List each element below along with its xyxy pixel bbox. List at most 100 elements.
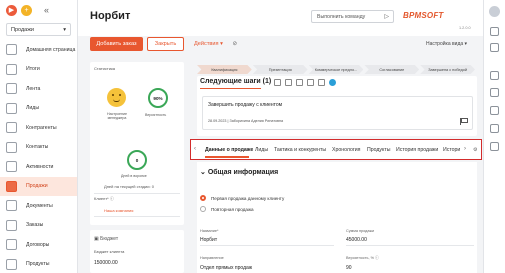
stage-bar: Квалификация Презентация Коммерческое пр… xyxy=(197,65,476,74)
brand-logo: BPMSOFT xyxy=(403,11,444,20)
stage-item[interactable]: Завершена с победой xyxy=(420,65,475,74)
direction-field[interactable]: Отдел прямых продаж xyxy=(200,265,252,271)
sidebar-item-leads[interactable]: Лиды xyxy=(0,99,77,119)
task-item[interactable]: Завершить продажу с клиентом 28.09.2023 … xyxy=(202,96,473,130)
budget-card: ▣ Бюджет Бюджет клиента 150000.00 xyxy=(90,230,184,273)
info-icon: ⓘ xyxy=(375,256,379,260)
run-icon[interactable]: ▷ xyxy=(384,13,389,20)
divider xyxy=(346,245,474,246)
probability-field[interactable]: 90 xyxy=(346,265,352,271)
sidebar-top: ▶ + « xyxy=(0,0,77,20)
sidebar-item-home[interactable]: Домашняя страница xyxy=(0,40,77,60)
sidebar-item-feed[interactable]: Лента xyxy=(0,79,77,99)
sidebar-item-label: Продукты xyxy=(26,261,50,268)
mail-icon[interactable] xyxy=(490,71,499,80)
page-title: Норбит xyxy=(90,10,131,22)
flag-icon[interactable] xyxy=(460,118,468,125)
sidebar-item-activities[interactable]: Активности xyxy=(0,157,77,177)
radio-repeat-sale-label: Повторная продажа xyxy=(211,207,254,212)
left-sidebar: ▶ + « Продажи ▾ Домашняя страница Итоги … xyxy=(0,0,78,273)
help-icon[interactable] xyxy=(490,43,499,52)
leads-icon xyxy=(6,102,17,114)
task-icon[interactable] xyxy=(296,79,303,86)
chevron-down-icon: ⌄ xyxy=(200,169,206,176)
budget-label: Бюджет клиента xyxy=(94,249,125,254)
task-meta: 28.09.2023 | Заборихина Аделия Ринатовна xyxy=(208,119,284,123)
dashboard-icon xyxy=(6,63,17,75)
divider xyxy=(94,216,180,217)
add-icon[interactable]: + xyxy=(21,4,32,16)
phone-icon[interactable] xyxy=(274,79,281,86)
sidebar-item-documents[interactable]: Документы xyxy=(0,196,77,216)
avatar[interactable] xyxy=(489,6,500,17)
comment-icon[interactable] xyxy=(318,79,325,86)
accounts-icon xyxy=(6,122,17,134)
chevron-down-icon: ▾ xyxy=(464,41,468,47)
radio-first-sale-label: Первая продажа данному клиенту xyxy=(211,196,285,201)
probability-ring: 90% xyxy=(148,88,168,108)
stage-item[interactable]: Квалификация xyxy=(197,65,252,74)
sidebar-item-label: Контакты xyxy=(26,144,49,151)
tab-history[interactable]: Истори xyxy=(443,147,460,153)
days-ring: 0 xyxy=(127,150,147,170)
task-title[interactable]: Завершить продажу с клиентом xyxy=(208,102,282,108)
view-settings-menu[interactable]: Настройка вида ▾ xyxy=(426,41,467,47)
stage-item[interactable]: Презентация xyxy=(252,65,308,74)
chevron-left-icon[interactable]: ‹ xyxy=(194,146,196,152)
sidebar-item-orders[interactable]: Заказы xyxy=(0,216,77,236)
sidebar-item-label: Контрагенты xyxy=(26,124,57,131)
sidebar-item-contracts[interactable]: Договоры xyxy=(0,235,77,255)
actions-menu[interactable]: Действия ▾ ⊘ xyxy=(194,41,237,47)
email-icon[interactable] xyxy=(285,79,292,86)
settings-icon[interactable] xyxy=(490,27,499,36)
collapse-icon[interactable]: « xyxy=(44,5,49,15)
sidebar-item-dashboards[interactable]: Итоги xyxy=(0,60,77,80)
stage-item[interactable]: Согласование xyxy=(364,65,420,74)
workspace-select[interactable]: Продажи ▾ xyxy=(6,23,71,36)
view-settings-label: Настройка вида xyxy=(426,41,464,47)
sidebar-item-sales[interactable]: Продажи xyxy=(0,176,77,196)
tab-leads[interactable]: Лиды xyxy=(255,147,268,153)
wallet-icon: ▣ xyxy=(94,236,99,242)
amount-field[interactable]: 45000.00 xyxy=(346,237,367,243)
home-icon xyxy=(6,44,17,56)
sidebar-item-products[interactable]: Продукты xyxy=(0,255,77,273)
command-input[interactable]: Выполнить команду ▷ xyxy=(311,10,394,23)
bell-icon[interactable] xyxy=(490,124,499,133)
add-order-button[interactable]: Добавить заказ xyxy=(90,37,143,51)
chevron-down-icon: ▾ xyxy=(220,41,223,47)
next-steps-underline xyxy=(200,88,261,89)
general-info-header[interactable]: ⌄ Общая информация xyxy=(200,168,278,176)
chevron-right-icon[interactable]: › xyxy=(464,146,466,152)
telegram-icon[interactable] xyxy=(329,79,336,86)
tab-tactics[interactable]: Тактика и конкуренты xyxy=(274,147,326,153)
tab-products[interactable]: Продукты xyxy=(367,147,390,153)
next-steps-title: Следующие шаги (1) xyxy=(200,78,272,85)
flag-icon[interactable] xyxy=(307,79,314,86)
tab-timeline[interactable]: Хронология xyxy=(332,147,360,153)
activities-icon xyxy=(6,161,17,173)
budget-value[interactable]: 150000.00 xyxy=(94,260,118,266)
checklist-icon[interactable] xyxy=(490,142,499,151)
settings-icon[interactable]: ⚙ xyxy=(473,147,477,153)
client-label-text: Клиент* xyxy=(94,196,109,201)
chat-icon[interactable] xyxy=(490,88,499,97)
name-field[interactable]: Норбит xyxy=(200,237,217,243)
days-label: Дней в воронке xyxy=(121,174,147,178)
radio-repeat-sale[interactable] xyxy=(200,206,206,212)
workspace-label: Продажи xyxy=(11,26,34,33)
tab-sale-data[interactable]: Данные о продаже xyxy=(205,147,253,153)
stage-item[interactable]: Коммерческое предло... xyxy=(308,65,364,74)
tab-sale-history[interactable]: История продажи xyxy=(396,147,438,153)
sidebar-item-accounts[interactable]: Контрагенты xyxy=(0,118,77,138)
sidebar-item-label: Лиды xyxy=(26,105,40,112)
sidebar-item-contacts[interactable]: Контакты xyxy=(0,138,77,158)
link-icon[interactable]: ⊘ xyxy=(232,41,237,47)
next-steps-card: Следующие шаги (1) Завершить продажу с к… xyxy=(197,76,477,136)
mood-icon[interactable] xyxy=(107,88,126,107)
radio-first-sale[interactable] xyxy=(200,195,206,201)
play-icon[interactable]: ▶ xyxy=(6,4,17,16)
close-button[interactable]: Закрыть xyxy=(147,37,184,51)
message-icon[interactable] xyxy=(490,106,499,115)
client-link[interactable]: Наша компания xyxy=(104,208,133,213)
